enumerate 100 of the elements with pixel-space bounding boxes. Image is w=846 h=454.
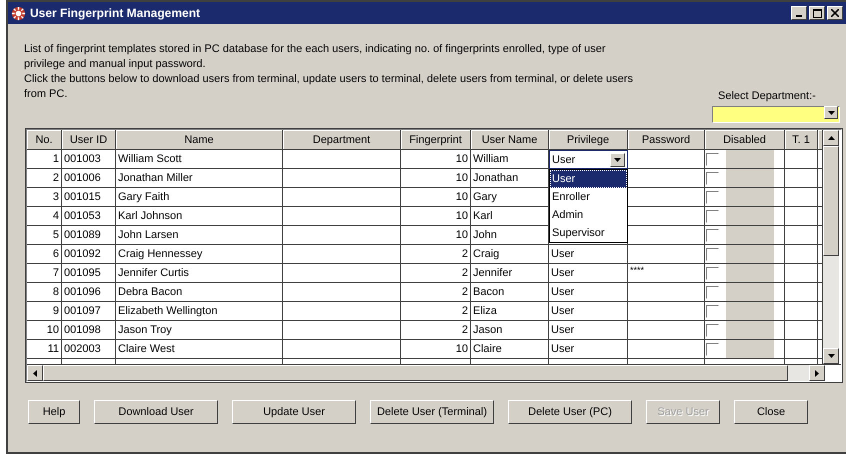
table-cell: Karl Johnson	[116, 207, 283, 226]
action-button[interactable]: Help	[28, 400, 80, 424]
table-cell: Jennifer	[471, 264, 549, 283]
table-cell: User	[549, 264, 628, 283]
maximize-icon	[812, 8, 822, 18]
column-header[interactable]	[818, 130, 823, 150]
table-cell: User	[549, 321, 628, 340]
table-cell: John Larsen	[116, 226, 283, 245]
table-cell: 3	[27, 188, 62, 207]
table-cell: 10	[401, 340, 471, 359]
dropdown-option[interactable]: Supervisor	[550, 224, 627, 242]
description-text: Click the buttons below to download users from terminal, update users to terminal, delete users from terminal, or delete users from PC.	[24, 72, 634, 102]
dropdown-option[interactable]: Enroller	[550, 188, 627, 206]
table-cell: 001096	[62, 283, 116, 302]
table-cell: 001003	[62, 150, 116, 169]
privilege-combo[interactable]: User	[549, 150, 628, 169]
table-cell: 2	[27, 169, 62, 188]
table-cell: 001015	[62, 188, 116, 207]
checkbox[interactable]	[706, 304, 719, 318]
checkbox[interactable]	[706, 152, 719, 166]
table-cell: Jason	[471, 321, 549, 340]
close-button[interactable]	[827, 6, 843, 20]
table-cell: 001095	[62, 264, 116, 283]
action-button[interactable]: Download User	[94, 400, 218, 424]
table-cell: 001053	[62, 207, 116, 226]
action-button[interactable]: Delete User (Terminal)	[370, 400, 494, 424]
table-cell: 9	[27, 302, 62, 321]
column-header[interactable]: T. 1	[785, 130, 818, 150]
table-cell: 2	[401, 283, 471, 302]
column-header[interactable]: Password	[628, 130, 705, 150]
checkbox[interactable]	[706, 190, 719, 204]
table-cell: Craig Hennessey	[116, 245, 283, 264]
maximize-button[interactable]	[809, 6, 825, 20]
table-cell: 001092	[62, 245, 116, 264]
table-cell: Debra Bacon	[116, 283, 283, 302]
table-cell: Claire West	[116, 340, 283, 359]
table-cell: 11	[27, 340, 62, 359]
table-cell: User	[549, 340, 628, 359]
checkbox[interactable]	[706, 172, 719, 184]
table-cell: 10	[401, 207, 471, 226]
table-cell: Bacon	[471, 283, 549, 302]
checkbox[interactable]	[706, 286, 719, 298]
department-dropdown[interactable]	[712, 106, 840, 123]
left-arrow-icon	[33, 370, 37, 376]
table-cell: 1	[27, 150, 62, 169]
dropdown-option[interactable]: Admin	[550, 206, 627, 224]
close-icon	[831, 9, 839, 17]
column-header[interactable]: Fingerprint	[401, 130, 471, 150]
checkbox[interactable]	[706, 248, 719, 260]
table-cell: 4	[27, 207, 62, 226]
table-cell: Jason Troy	[116, 321, 283, 340]
minimize-button[interactable]	[791, 6, 807, 20]
table-cell: Eliza	[471, 302, 549, 321]
table-cell: 2	[401, 245, 471, 264]
table-cell: 6	[27, 245, 62, 264]
checkbox[interactable]	[706, 324, 719, 336]
table-cell: User	[549, 302, 628, 321]
down-arrow-icon	[828, 354, 834, 358]
table-cell: User	[549, 245, 628, 264]
column-header[interactable]: No.	[27, 130, 62, 150]
table-cell: 2	[401, 302, 471, 321]
column-header[interactable]: Disabled	[705, 130, 785, 150]
column-header[interactable]: Name	[116, 130, 283, 150]
table-cell: 7	[27, 264, 62, 283]
table-cell: William	[471, 150, 549, 169]
horizontal-scrollbar[interactable]	[27, 364, 841, 381]
table-cell: 10	[401, 169, 471, 188]
dropdown-option[interactable]: User	[550, 170, 627, 188]
checkbox[interactable]	[706, 266, 719, 280]
table-cell: Elizabeth Wellington	[116, 302, 283, 321]
column-header[interactable]: Privilege	[549, 130, 628, 150]
up-arrow-icon	[828, 136, 834, 140]
action-button[interactable]: Delete User (PC)	[508, 400, 632, 424]
table-cell: Jennifer Curtis	[116, 264, 283, 283]
vertical-scrollbar[interactable]	[823, 130, 839, 364]
checkbox[interactable]	[706, 342, 719, 356]
table-cell: 001089	[62, 226, 116, 245]
action-button[interactable]: Update User	[232, 400, 356, 424]
table-cell: 001097	[62, 302, 116, 321]
field-label: Select Department:-	[718, 90, 816, 102]
table-cell: 002003	[62, 340, 116, 359]
column-header[interactable]: User ID	[62, 130, 116, 150]
column-header[interactable]: Department	[283, 130, 401, 150]
window-title: User Fingerprint Management	[30, 6, 202, 20]
dropdown-arrow-icon	[828, 110, 834, 114]
checkbox[interactable]	[706, 210, 719, 222]
table-cell: 2	[401, 321, 471, 340]
table-cell: 2	[401, 264, 471, 283]
action-button[interactable]: Close	[734, 400, 808, 424]
right-arrow-icon	[815, 370, 819, 376]
table-cell: User	[549, 283, 628, 302]
column-header[interactable]: User Name	[471, 130, 549, 150]
table-cell: 5	[27, 226, 62, 245]
table-cell: 10	[401, 226, 471, 245]
table-cell: 10	[27, 321, 62, 340]
table-cell: 001098	[62, 321, 116, 340]
table-cell: Jonathan Miller	[116, 169, 283, 188]
table-cell: 10	[401, 188, 471, 207]
checkbox[interactable]	[706, 228, 719, 242]
table-cell: 10	[401, 150, 471, 169]
